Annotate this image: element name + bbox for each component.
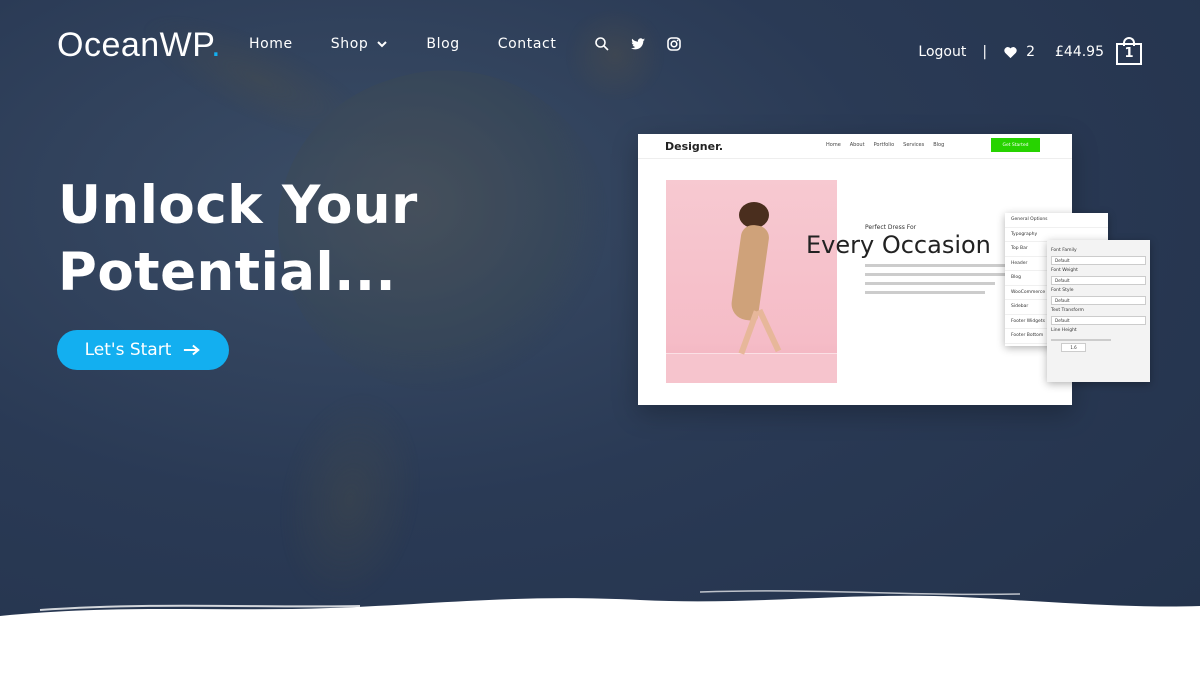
mockup-photo	[666, 180, 837, 383]
cart-count: 1	[1124, 46, 1134, 61]
twitter-icon[interactable]	[630, 36, 646, 52]
logo-text: OceanWP	[57, 26, 212, 64]
mockup-get-started-button: Get Started	[991, 138, 1040, 152]
mockup-divider	[638, 158, 1072, 159]
mockup-nav-blog: Blog	[933, 142, 945, 148]
nav-label-contact: Contact	[497, 36, 557, 52]
mockup-logo: Designer.	[665, 140, 724, 153]
mockup-nav-about: About	[849, 142, 865, 148]
wave-divider	[0, 590, 1200, 676]
font-weight-label: Font Weight	[1051, 268, 1078, 273]
nav-item-blog[interactable]: Blog	[426, 36, 459, 52]
font-weight-select: Default	[1051, 276, 1146, 285]
mockup-heading: Every Occasion	[806, 231, 991, 259]
arrow-right-icon	[184, 344, 201, 356]
mockup-nav: Home About Portfolio Services Blog	[826, 142, 953, 148]
font-family-label: Font Family	[1051, 248, 1077, 253]
cart-bag-icon[interactable]: 1	[1116, 37, 1142, 67]
heart-icon	[1004, 46, 1017, 58]
logout-link[interactable]: Logout	[918, 44, 966, 60]
font-family-select: Default	[1051, 256, 1146, 265]
text-transform-select: Default	[1051, 316, 1146, 325]
hero-title-line2: Potential...	[58, 242, 397, 303]
mockup-nav-portfolio: Portfolio	[873, 142, 895, 148]
hero-section: OceanWP. Home Shop Blog Contact Logout |…	[0, 0, 1200, 676]
nav-item-shop[interactable]: Shop	[331, 36, 389, 52]
cta-label: Let's Start	[84, 340, 172, 360]
instagram-icon[interactable]	[666, 36, 682, 52]
line-height-value: 1.6	[1061, 343, 1086, 352]
customizer-item: General Options	[1005, 213, 1108, 228]
line-height-slider	[1051, 339, 1111, 341]
font-style-label: Font Style	[1051, 288, 1074, 293]
site-logo[interactable]: OceanWP.	[57, 26, 221, 65]
chevron-down-icon	[377, 41, 388, 48]
hero-title: Unlock Your Potential...	[58, 172, 538, 306]
hero-title-line1: Unlock Your	[58, 175, 418, 236]
nav-item-contact[interactable]: Contact	[498, 36, 557, 52]
mockup-subheading: Perfect Dress For	[865, 224, 917, 231]
wishlist-count: 2	[1026, 44, 1035, 60]
text-transform-label: Text Transform	[1051, 308, 1084, 313]
nav-label-shop: Shop	[330, 36, 369, 52]
header-account-area: Logout | 2 £44.95 1	[918, 37, 1142, 67]
cart-total[interactable]: £44.95	[1055, 44, 1104, 60]
nav-label-home: Home	[249, 36, 293, 52]
font-style-select: Default	[1051, 296, 1146, 305]
search-icon[interactable]	[594, 36, 610, 52]
nav-item-home[interactable]: Home	[249, 36, 293, 52]
mockup-nav-services: Services	[903, 142, 925, 148]
logo-dot: .	[211, 26, 222, 64]
separator: |	[982, 44, 988, 60]
main-nav: Home Shop Blog Contact	[249, 36, 702, 52]
mockup-paragraph	[865, 264, 1015, 294]
nav-label-blog: Blog	[426, 36, 460, 52]
typography-settings-panel: Font Family Default Font Weight Default …	[1047, 240, 1150, 382]
mockup-nav-home: Home	[826, 142, 841, 148]
wishlist-link[interactable]: 2	[1003, 44, 1035, 60]
lets-start-button[interactable]: Let's Start	[57, 330, 229, 370]
